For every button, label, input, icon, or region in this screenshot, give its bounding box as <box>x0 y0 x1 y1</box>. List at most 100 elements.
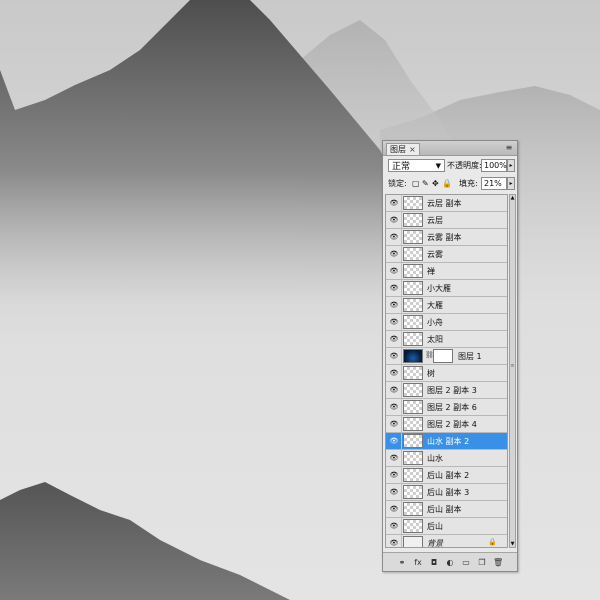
layer-thumbnail <box>403 451 423 465</box>
layer-thumbnail <box>403 536 423 547</box>
tab-layers[interactable]: 图层 × <box>386 143 420 155</box>
visibility-eye-icon[interactable]: 👁 <box>387 450 402 466</box>
visibility-eye-icon[interactable]: 👁 <box>387 314 402 330</box>
visibility-eye-icon[interactable]: 👁 <box>387 484 402 500</box>
layer-mask-thumbnail[interactable] <box>433 349 453 363</box>
layer-thumbnail <box>403 502 423 516</box>
visibility-eye-icon[interactable]: 👁 <box>387 399 402 415</box>
lock-image-icon[interactable]: ✎ <box>422 178 429 189</box>
panel-titlebar[interactable]: 图层 × ≡ <box>383 141 517 156</box>
layer-thumbnail <box>403 519 423 533</box>
layer-row[interactable]: 👁 大雁 <box>386 297 507 314</box>
layer-row[interactable]: 👁 禅 <box>386 263 507 280</box>
visibility-eye-icon[interactable]: 👁 <box>387 467 402 483</box>
visibility-eye-icon[interactable]: 👁 <box>387 433 402 449</box>
fill-field[interactable]: 21% <box>481 177 507 190</box>
lock-position-icon[interactable]: ✥ <box>432 178 439 189</box>
mask-icon[interactable]: ◘ <box>429 558 439 567</box>
visibility-eye-icon[interactable]: 👁 <box>387 501 402 517</box>
layer-list: 👁 云层 副本 👁 云层 👁 云雾 副本 👁 云雾 👁 禅 👁 小大雁 👁 大雁 👁 小舟 👁 太阳 👁 ⛓ 图层 1 👁… <box>385 194 508 548</box>
new-layer-icon[interactable]: ❐ <box>477 558 487 567</box>
layer-name: 树 <box>427 369 435 378</box>
layer-thumbnail <box>403 315 423 329</box>
visibility-eye-icon[interactable]: 👁 <box>387 263 402 279</box>
trash-icon[interactable]: 🗑 <box>493 558 503 567</box>
layer-row[interactable]: 👁 云层 <box>386 212 507 229</box>
visibility-eye-icon[interactable]: 👁 <box>387 212 402 228</box>
layer-name: 小舟 <box>427 318 443 327</box>
layer-thumbnail <box>403 400 423 414</box>
layer-thumbnail <box>403 230 423 244</box>
layer-row[interactable]: 👁 图层 2 副本 6 <box>386 399 507 416</box>
visibility-eye-icon[interactable]: 👁 <box>387 365 402 381</box>
layer-row[interactable]: 👁 后山 副本 3 <box>386 484 507 501</box>
layer-row[interactable]: 👁 树 <box>386 365 507 382</box>
visibility-eye-icon[interactable]: 👁 <box>387 229 402 245</box>
opacity-field[interactable]: 100% <box>481 159 507 172</box>
layer-name: 后山 副本 2 <box>427 471 470 480</box>
visibility-eye-icon[interactable]: 👁 <box>387 518 402 534</box>
layer-row[interactable]: 👁 山水 <box>386 450 507 467</box>
layer-name: 云雾 副本 <box>427 233 462 242</box>
fill-slider-button[interactable]: ▸ <box>507 177 515 190</box>
opacity-slider-button[interactable]: ▸ <box>507 159 515 172</box>
link-icon[interactable]: ⚭ <box>397 558 407 567</box>
visibility-eye-icon[interactable]: 👁 <box>387 416 402 432</box>
layer-thumbnail <box>403 468 423 482</box>
layer-name: 图层 2 副本 4 <box>427 420 477 429</box>
layer-thumbnail <box>403 298 423 312</box>
fx-icon[interactable]: fx <box>413 558 423 567</box>
layer-row[interactable]: 👁 后山 副本 2 <box>386 467 507 484</box>
panel-bottom-toolbar: ⚭ fx ◘ ◐ ▭ ❐ 🗑 <box>383 552 517 571</box>
lock-transparency-icon[interactable]: ▢ <box>412 178 420 189</box>
layer-row[interactable]: 👁 后山 <box>386 518 507 535</box>
visibility-eye-icon[interactable]: 👁 <box>387 535 402 547</box>
layer-lock-icon: 🔒 <box>488 538 497 546</box>
layer-name: 后山 副本 <box>427 505 462 514</box>
layer-name: 云雾 <box>427 250 443 259</box>
close-icon[interactable]: × <box>409 145 416 154</box>
panel-menu-icon[interactable]: ≡ <box>504 143 514 153</box>
visibility-eye-icon[interactable]: 👁 <box>387 297 402 313</box>
layer-thumbnail <box>403 247 423 261</box>
visibility-eye-icon[interactable]: 👁 <box>387 246 402 262</box>
layer-name: 大雁 <box>427 301 443 310</box>
layer-row[interactable]: 👁 图层 2 副本 4 <box>386 416 507 433</box>
lock-all-icon[interactable]: 🔒 <box>442 178 452 189</box>
layer-thumbnail <box>403 196 423 210</box>
folder-icon[interactable]: ▭ <box>461 558 471 567</box>
layer-thumbnail <box>403 281 423 295</box>
layer-name: 太阳 <box>427 335 443 344</box>
layer-row[interactable]: 👁 云雾 <box>386 246 507 263</box>
layer-thumbnail <box>403 332 423 346</box>
visibility-eye-icon[interactable]: 👁 <box>387 331 402 347</box>
visibility-eye-icon[interactable]: 👁 <box>387 382 402 398</box>
layer-row[interactable]: 👁 山水 副本 2 <box>386 433 507 450</box>
blend-mode-select[interactable]: 正常 ▼ <box>388 159 445 172</box>
layer-row[interactable]: 👁 小舟 <box>386 314 507 331</box>
visibility-eye-icon[interactable]: 👁 <box>387 195 402 211</box>
fill-label: 填充: <box>459 179 478 188</box>
scroll-up-icon[interactable]: ▲ <box>510 195 515 201</box>
lock-fill-row: 锁定: ▢ ✎ ✥ 🔒 填充: 21% ▸ <box>386 177 515 191</box>
opacity-label: 不透明度: <box>447 161 482 170</box>
layer-row[interactable]: 👁 图层 2 副本 3 <box>386 382 507 399</box>
layer-row[interactable]: 👁 太阳 <box>386 331 507 348</box>
layer-name: 图层 2 副本 6 <box>427 403 477 412</box>
layer-list-scrollbar[interactable]: ▲ ≡ ▼ <box>509 194 516 548</box>
layer-row[interactable]: 👁 云层 副本 <box>386 195 507 212</box>
layer-row[interactable]: 👁 背景 🔒 <box>386 535 507 547</box>
layer-row[interactable]: 👁 云雾 副本 <box>386 229 507 246</box>
layer-thumbnail <box>403 417 423 431</box>
visibility-eye-icon[interactable]: 👁 <box>387 280 402 296</box>
visibility-eye-icon[interactable]: 👁 <box>387 348 402 364</box>
layer-row[interactable]: 👁 后山 副本 <box>386 501 507 518</box>
layer-thumbnail <box>403 485 423 499</box>
adjustment-icon[interactable]: ◐ <box>445 558 455 567</box>
layer-row[interactable]: 👁 小大雁 <box>386 280 507 297</box>
chevron-down-icon: ▼ <box>435 161 441 170</box>
layer-row[interactable]: 👁 ⛓ 图层 1 <box>386 348 507 365</box>
scroll-down-icon[interactable]: ▼ <box>510 541 515 547</box>
scroll-grip-icon[interactable]: ≡ <box>510 363 515 369</box>
blend-opacity-row: 正常 ▼ 不透明度: 100% ▸ <box>386 159 515 173</box>
